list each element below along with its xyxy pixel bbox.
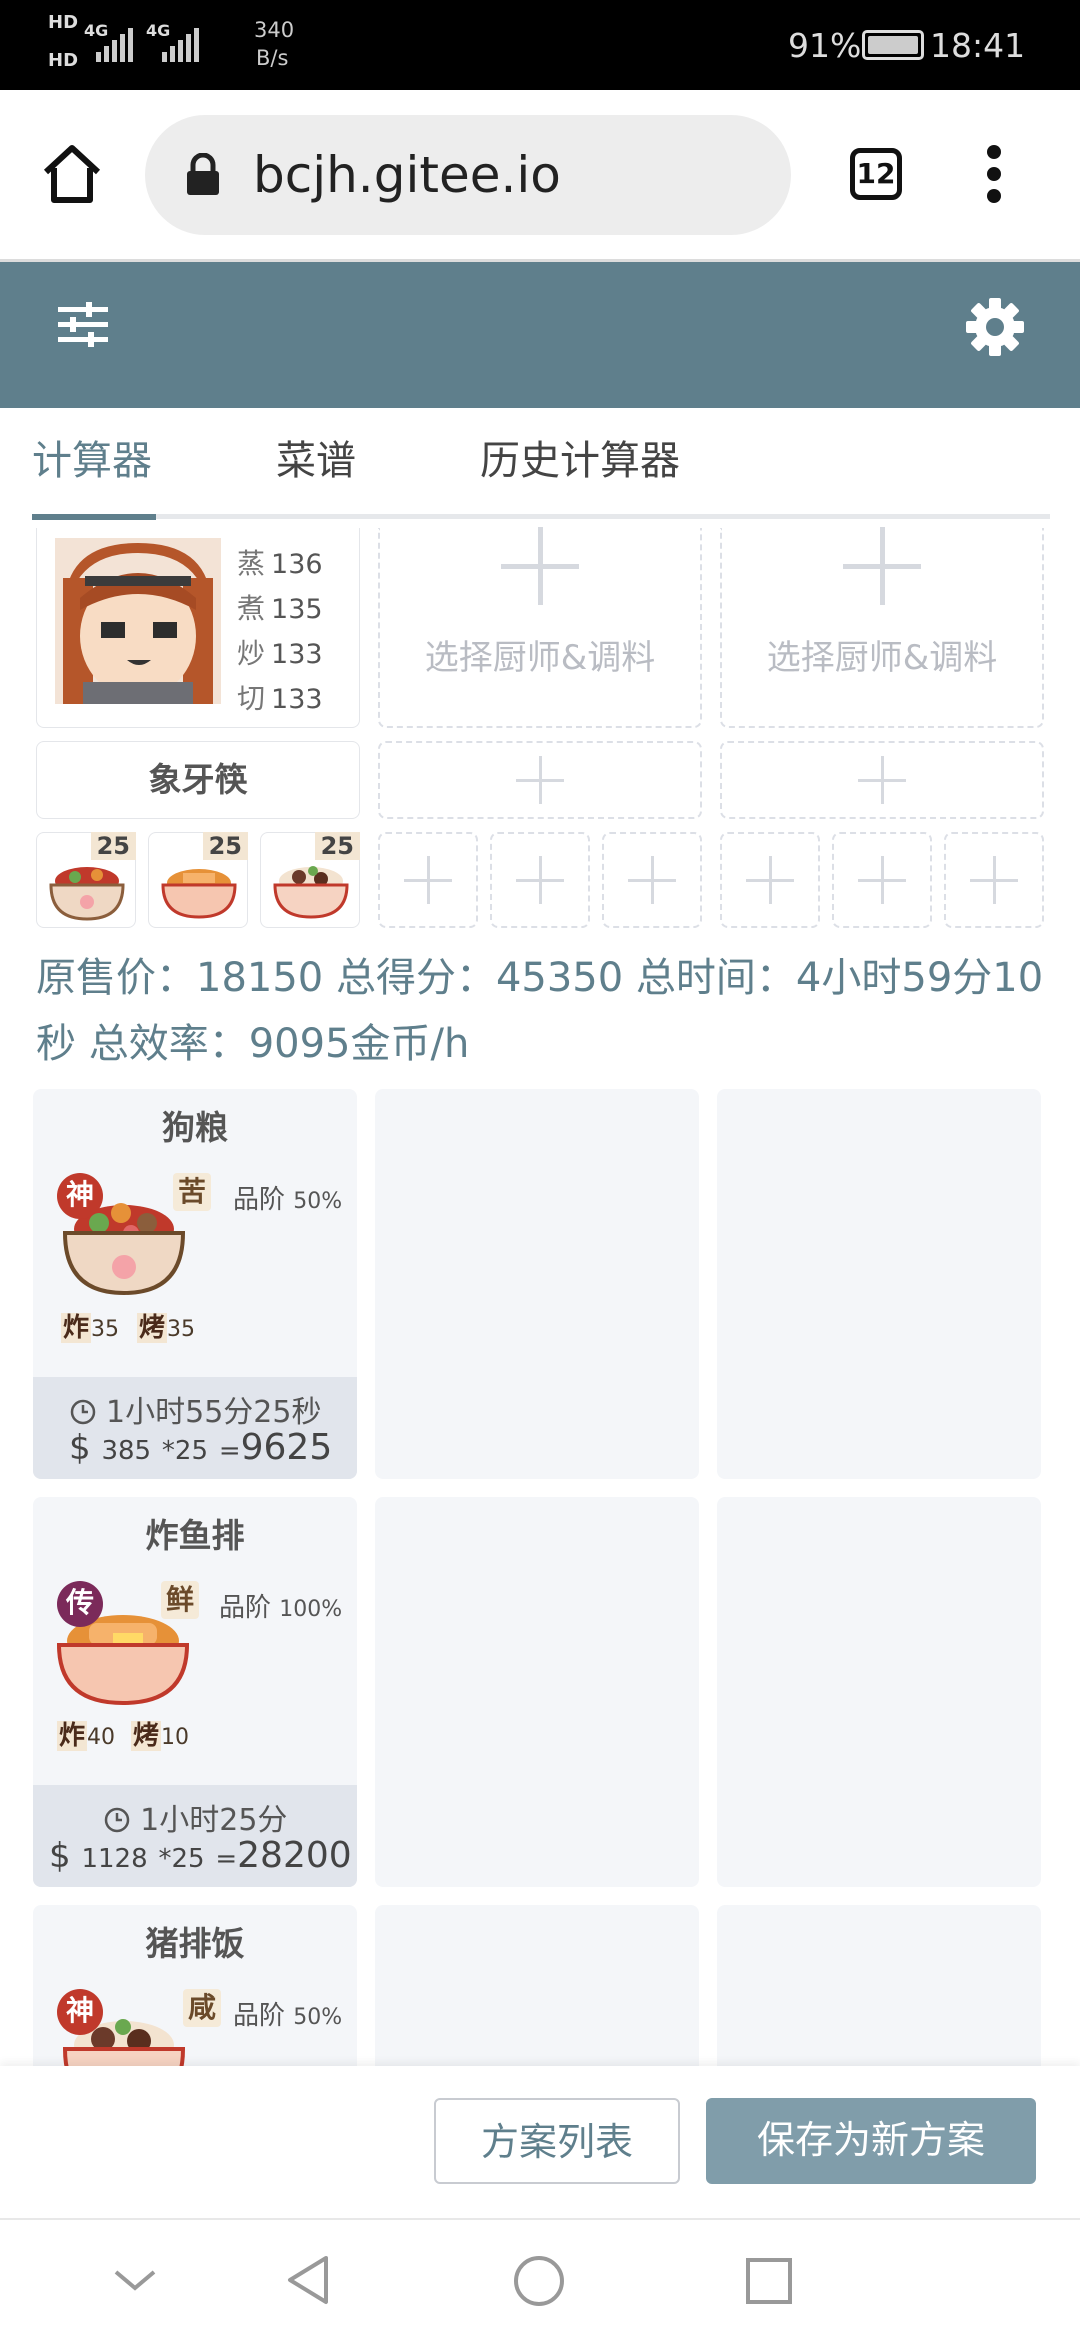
skill-roast: 烤35 [137, 1313, 196, 1343]
save-new-plan-button[interactable]: 保存为新方案 [706, 2098, 1036, 2184]
home-nav-icon[interactable] [512, 2254, 566, 2308]
back-icon[interactable] [284, 2254, 332, 2306]
chef-stat-boil: 煮 135 [237, 592, 323, 625]
battery-icon [862, 30, 924, 60]
chef-stat-stirfry: 炒 133 [237, 637, 323, 670]
equip-slot[interactable]: 象牙筷 [36, 741, 360, 819]
battery-percent: 91% [788, 26, 862, 65]
recipe-slot-3[interactable]: 25 [260, 832, 360, 928]
clock-icon [104, 1807, 129, 1833]
dish-porkrice-icon [273, 866, 349, 919]
recipe-count: 25 [90, 832, 136, 860]
tab-recipes[interactable]: 菜谱 [276, 436, 356, 486]
net-speed-unit: B/s [256, 46, 289, 70]
chef-stat-steam: 蒸 136 [237, 547, 323, 580]
recipe-slot-1[interactable]: 25 [36, 832, 136, 928]
recipe-count: 25 [202, 832, 248, 860]
clock-icon [70, 1399, 95, 1425]
gear-icon[interactable] [966, 298, 1024, 356]
recipe-card[interactable]: 炸鱼排 传 鲜 品阶 100% 炸40 烤10 1小时25分 $ 1128 *2… [33, 1497, 357, 1887]
tab-switcher-button[interactable]: 12 [850, 148, 902, 200]
lock-icon [187, 153, 219, 195]
chef-avatar [55, 538, 221, 704]
sim1-label: HD [48, 12, 79, 33]
chevron-down-icon[interactable] [112, 2266, 158, 2294]
recipe-name: 狗粮 [162, 1108, 228, 1147]
sliders-icon[interactable] [58, 302, 108, 348]
empty-equip-slot-3[interactable] [720, 741, 1044, 819]
rank-badge: 神 [57, 1173, 103, 1219]
skill-fry: 炸40 [57, 1721, 116, 1751]
empty-recipe-slot[interactable] [490, 832, 590, 928]
empty-recipe-slot[interactable] [944, 832, 1044, 928]
system-nav-bar [0, 2218, 1080, 2340]
status-bar: HD HD 4G 4G 340 B/s 91% 18:41 [0, 0, 1080, 90]
empty-equip-slot-2[interactable] [378, 741, 702, 819]
grade-text: 品阶 50% [233, 1185, 343, 1215]
rank-badge: 传 [57, 1581, 103, 1627]
sim2-label: HD [48, 50, 79, 71]
empty-recipe-card[interactable] [375, 1497, 699, 1887]
empty-chef-slot-3[interactable]: 选择厨师&调料 [720, 527, 1044, 728]
empty-recipe-card[interactable] [717, 1089, 1041, 1479]
address-bar[interactable]: bcjh.gitee.io [145, 115, 791, 235]
recipe-footer: 1小时25分 $ 1128 *25 =28200 [33, 1785, 357, 1887]
recipe-name: 猪排饭 [145, 1924, 245, 1963]
empty-slot-label: 选择厨师&调料 [766, 638, 998, 678]
plan-list-button[interactable]: 方案列表 [434, 2098, 680, 2184]
signal-icon [96, 28, 133, 62]
recipe-price: $ 385 *25 =9625 [69, 1427, 333, 1468]
bottom-action-bar: 方案列表 保存为新方案 [0, 2066, 1080, 2218]
home-icon[interactable] [40, 142, 104, 206]
empty-recipe-slot[interactable] [832, 832, 932, 928]
signal2-icon [162, 28, 199, 62]
empty-recipe-card[interactable] [375, 1089, 699, 1479]
recipe-card[interactable]: 狗粮 神 苦 品阶 50% 炸35 烤35 1小时55分25秒 $ 385 *2… [33, 1089, 357, 1479]
empty-recipe-slot[interactable] [720, 832, 820, 928]
recipe-name: 炸鱼排 [145, 1516, 245, 1555]
recents-icon[interactable] [744, 2256, 794, 2306]
taste-tag: 咸 [183, 1989, 221, 2027]
grade-text: 品阶 100% [219, 1593, 343, 1623]
empty-chef-slot-2[interactable]: 选择厨师&调料 [378, 527, 702, 728]
chef-stat-cut: 切 133 [237, 682, 323, 715]
tab-active-indicator [32, 514, 156, 520]
recipe-slot-2[interactable]: 25 [148, 832, 248, 928]
dish-fishfillet-icon [161, 869, 237, 919]
grade-text: 品阶 50% [233, 2001, 343, 2031]
empty-recipe-slot[interactable] [378, 832, 478, 928]
skill-roast: 烤10 [131, 1721, 190, 1751]
tab-history-calculator[interactable]: 历史计算器 [480, 436, 680, 486]
recipe-price: $ 1128 *25 =28200 [49, 1835, 352, 1876]
taste-tag: 鲜 [161, 1581, 199, 1619]
empty-recipe-card[interactable] [717, 1497, 1041, 1887]
recipe-time: 1小时25分 [33, 1795, 357, 1839]
recipe-time: 1小时55分25秒 [33, 1387, 357, 1431]
tab-calculator[interactable]: 计算器 [32, 436, 152, 486]
taste-tag: 苦 [173, 1173, 211, 1211]
rank-badge: 神 [57, 1989, 103, 2035]
empty-recipe-slot[interactable] [602, 832, 702, 928]
recipe-footer: 1小时55分25秒 $ 385 *25 =9625 [33, 1377, 357, 1479]
summary-text: 原售价：18150 总得分：45350 总时间：4小时59分10秒 总效率：90… [36, 955, 1044, 1067]
url-text: bcjh.gitee.io [253, 146, 561, 204]
empty-slot-label: 选择厨师&调料 [424, 638, 656, 678]
dish-dogfood-icon [49, 867, 125, 921]
clock-time: 18:41 [930, 26, 1026, 65]
recipe-count: 25 [314, 832, 360, 860]
chef-card[interactable]: 蒸 136 煮 135 炒 133 切 133 [36, 528, 360, 728]
app-header [0, 262, 1080, 408]
tab-underline [32, 514, 1050, 519]
more-vert-icon[interactable] [986, 144, 1002, 204]
browser-toolbar: bcjh.gitee.io 12 [0, 90, 1080, 262]
net-speed-value: 340 [254, 18, 295, 42]
skill-fry: 炸35 [61, 1313, 120, 1343]
main-tabs: 计算器 菜谱 历史计算器 [0, 408, 1080, 523]
